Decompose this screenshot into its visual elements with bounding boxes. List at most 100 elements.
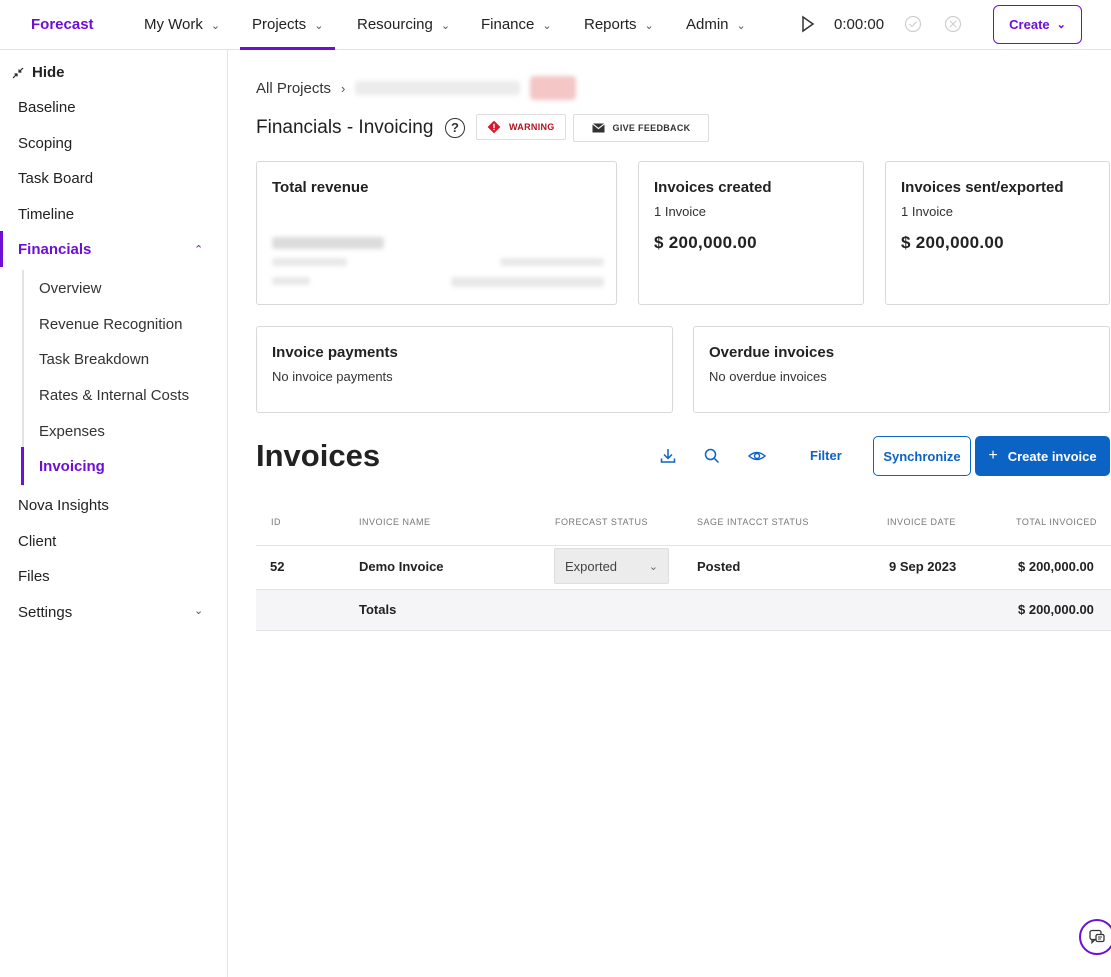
card-title: Invoices sent/exported: [901, 179, 1064, 196]
chat-support-button[interactable]: [1079, 919, 1111, 955]
sidebar-item-financials[interactable]: Financials: [18, 241, 91, 258]
card-title: Invoice payments: [272, 344, 398, 361]
overdue-invoices-card: Overdue invoices No overdue invoices: [693, 326, 1110, 413]
sidebar-item-files[interactable]: Files: [18, 568, 50, 585]
card-subtitle: 1 Invoice: [654, 204, 707, 219]
filter-button[interactable]: Filter: [810, 448, 842, 463]
row-divider: [256, 630, 1111, 631]
invoices-heading: Invoices: [256, 438, 381, 473]
blurred-project-tag: [530, 76, 577, 100]
card-subtitle: No overdue invoices: [709, 369, 827, 384]
collapse-icon: [12, 67, 24, 78]
card-title: Invoices created: [654, 179, 772, 196]
blurred-project-name[interactable]: [355, 81, 521, 95]
forecast-logo[interactable]: Forecast: [31, 16, 94, 33]
chevron-down-icon: ⌄: [440, 20, 451, 32]
search-icon[interactable]: [702, 446, 722, 466]
nav-resourcing[interactable]: Resourcing ⌄: [357, 0, 450, 50]
create-invoice-button[interactable]: + Create invoice: [975, 436, 1110, 476]
eye-icon[interactable]: [747, 446, 767, 466]
column-header-id[interactable]: ID: [271, 517, 281, 527]
warning-label: WARNING: [509, 122, 555, 132]
column-header-forecast-status[interactable]: FORECAST STATUS: [555, 517, 648, 527]
project-sidebar: Hide Baseline Scoping Task Board Timelin…: [0, 50, 228, 977]
sidebar-sub-expenses[interactable]: Expenses: [39, 423, 105, 440]
give-feedback-button[interactable]: GIVE FEEDBACK: [573, 114, 709, 142]
sidebar-sub-revenue-recognition[interactable]: Revenue Recognition: [39, 316, 182, 333]
create-button[interactable]: Create ⌄: [993, 5, 1082, 44]
sidebar-item-baseline[interactable]: Baseline: [18, 99, 76, 116]
row-divider: [256, 545, 1111, 546]
breadcrumb-all-projects[interactable]: All Projects: [256, 80, 331, 97]
column-header-sage-intacct-status[interactable]: SAGE INTACCT STATUS: [697, 517, 809, 527]
hide-sidebar-button[interactable]: Hide: [12, 64, 65, 81]
nav-label: Resourcing: [357, 16, 433, 33]
nav-admin[interactable]: Admin ⌄: [686, 0, 746, 50]
chat-icon: [1089, 929, 1105, 945]
hide-label: Hide: [32, 64, 65, 81]
card-title: Total revenue: [272, 179, 369, 196]
timer-display: 0:00:00: [834, 16, 885, 33]
sidebar-item-nova-insights[interactable]: Nova Insights: [18, 497, 109, 514]
chevron-down-icon: ⌄: [648, 560, 658, 573]
invoice-payments-card: Invoice payments No invoice payments: [256, 326, 673, 413]
chevron-down-icon: ⌄: [542, 20, 552, 32]
nav-label: Reports: [584, 16, 637, 33]
blurred-text: [500, 258, 604, 266]
cell-sage-status: Posted: [697, 559, 741, 574]
cell-invoice-name[interactable]: Demo Invoice: [359, 559, 444, 574]
nav-projects[interactable]: Projects ⌄: [240, 0, 336, 50]
status-value: Exported: [565, 558, 618, 574]
column-header-invoice-name[interactable]: INVOICE NAME: [359, 517, 431, 527]
create-invoice-label: Create invoice: [1007, 448, 1097, 464]
nav-my-work[interactable]: My Work ⌄: [144, 0, 220, 50]
synchronize-button[interactable]: Synchronize: [873, 436, 971, 476]
blurred-text: [451, 277, 604, 287]
download-icon[interactable]: [658, 446, 678, 466]
cell-total-invoiced: $ 200,000.00: [1018, 559, 1094, 574]
sidebar-sub-rates-internal-costs[interactable]: Rates & Internal Costs: [39, 387, 189, 404]
totals-label: Totals: [359, 602, 397, 617]
sidebar-item-client[interactable]: Client: [18, 533, 56, 550]
warning-chip[interactable]: WARNING: [476, 114, 566, 140]
sidebar-item-task-board[interactable]: Task Board: [18, 170, 93, 187]
plus-icon: +: [988, 447, 998, 464]
breadcrumb: All Projects ›: [256, 76, 577, 100]
help-icon[interactable]: ?: [445, 118, 465, 138]
nav-finance[interactable]: Finance ⌄: [481, 0, 552, 50]
invoices-created-card: Invoices created 1 Invoice $ 200,000.00: [638, 161, 864, 305]
column-header-invoice-date[interactable]: INVOICE DATE: [887, 517, 956, 527]
nav-label: Projects: [252, 16, 307, 33]
play-icon[interactable]: [801, 15, 815, 33]
nav-label: Admin: [686, 16, 729, 33]
close-circle-icon[interactable]: [944, 15, 962, 33]
card-subtitle: 1 Invoice: [901, 204, 954, 219]
chevron-down-icon: ⌄: [644, 20, 654, 32]
sidebar-sub-invoicing[interactable]: Invoicing: [39, 458, 105, 475]
warning-icon: [487, 120, 501, 134]
total-revenue-card: Total revenue: [256, 161, 617, 305]
top-navigation: Forecast My Work ⌄ Projects ⌄ Resourcing ⌄ …: [0, 0, 1111, 50]
chevron-up-icon[interactable]: ⌃: [194, 243, 203, 256]
sidebar-item-settings[interactable]: Settings: [18, 604, 72, 621]
sidebar-item-scoping[interactable]: Scoping: [18, 135, 72, 152]
totals-amount: $ 200,000.00: [1018, 602, 1094, 617]
check-circle-icon[interactable]: [904, 15, 922, 33]
submenu-active-indicator: [21, 447, 24, 485]
active-indicator: [0, 231, 3, 267]
sidebar-sub-overview[interactable]: Overview: [39, 280, 102, 297]
invoices-sent-card: Invoices sent/exported 1 Invoice $ 200,0…: [885, 161, 1110, 305]
nav-label: Finance: [481, 16, 535, 33]
page-title: Financials - Invoicing: [256, 117, 434, 138]
blurred-amount: [272, 237, 384, 249]
chevron-down-icon: ⌄: [314, 20, 324, 32]
sidebar-item-timeline[interactable]: Timeline: [18, 206, 74, 223]
blurred-text: [272, 258, 347, 266]
column-header-total-invoiced[interactable]: TOTAL INVOICED: [1016, 517, 1097, 527]
forecast-status-select[interactable]: Exported ⌄: [554, 548, 669, 584]
card-subtitle: No invoice payments: [272, 369, 393, 384]
card-title: Overdue invoices: [709, 344, 835, 361]
sidebar-sub-task-breakdown[interactable]: Task Breakdown: [39, 351, 149, 368]
nav-reports[interactable]: Reports ⌄: [584, 0, 654, 50]
chevron-down-icon[interactable]: ⌄: [194, 604, 203, 617]
